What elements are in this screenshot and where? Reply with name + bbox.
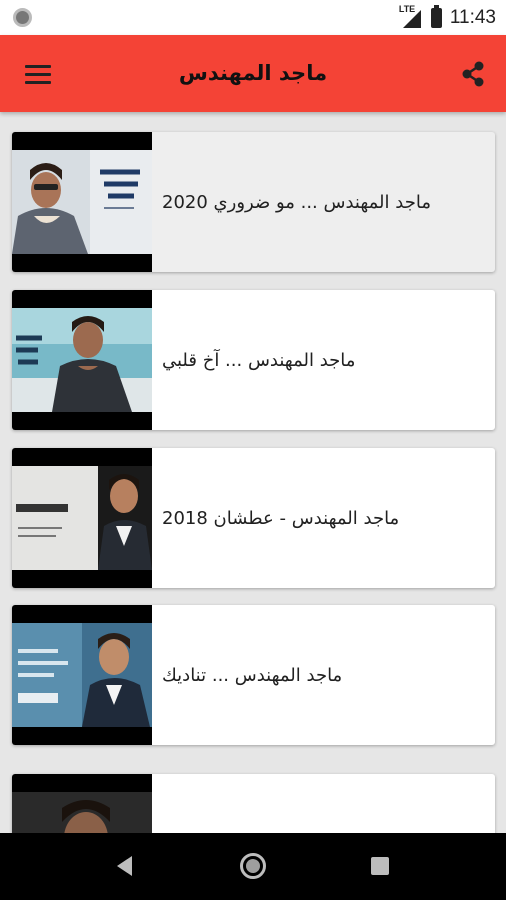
video-thumbnail bbox=[12, 774, 152, 833]
video-card[interactable]: ماجد المهندس ... مو ضروري 2020 bbox=[12, 132, 495, 272]
app-bar: ماجد المهندس bbox=[0, 35, 506, 112]
video-list[interactable]: ماجد المهندس ... مو ضروري 2020 ماجد المه… bbox=[0, 112, 506, 833]
home-icon[interactable] bbox=[240, 853, 266, 879]
video-thumbnail bbox=[12, 290, 152, 430]
share-icon[interactable] bbox=[458, 59, 488, 89]
signal-icon: LTE bbox=[398, 3, 423, 30]
status-bar: LTE 11:43 bbox=[0, 0, 506, 35]
video-card[interactable]: ماجد المهندس - عطشان 2018 bbox=[12, 448, 495, 588]
back-icon[interactable] bbox=[117, 856, 132, 876]
video-card[interactable] bbox=[12, 774, 495, 833]
video-thumbnail bbox=[12, 605, 152, 745]
video-card[interactable]: ماجد المهندس ... آخ قلبي bbox=[12, 290, 495, 430]
battery-icon bbox=[430, 4, 442, 28]
video-title: ماجد المهندس ... مو ضروري 2020 bbox=[162, 191, 431, 213]
video-title: ماجد المهندس ... آخ قلبي bbox=[162, 349, 356, 371]
app-title: ماجد المهندس bbox=[178, 61, 328, 85]
video-title bbox=[162, 774, 457, 833]
notification-icon bbox=[13, 8, 32, 27]
video-thumbnail bbox=[12, 132, 152, 272]
status-time: 11:43 bbox=[449, 6, 496, 28]
video-title: ماجد المهندس ... تناديك bbox=[162, 664, 343, 686]
network-type: LTE bbox=[398, 3, 416, 14]
recents-icon[interactable] bbox=[371, 857, 389, 875]
video-thumbnail bbox=[12, 448, 152, 588]
video-card[interactable]: ماجد المهندس ... تناديك bbox=[12, 605, 495, 745]
status-icons: LTE 11:43 bbox=[399, 0, 496, 35]
video-title: ماجد المهندس - عطشان 2018 bbox=[162, 507, 400, 529]
system-nav-bar bbox=[0, 833, 506, 900]
